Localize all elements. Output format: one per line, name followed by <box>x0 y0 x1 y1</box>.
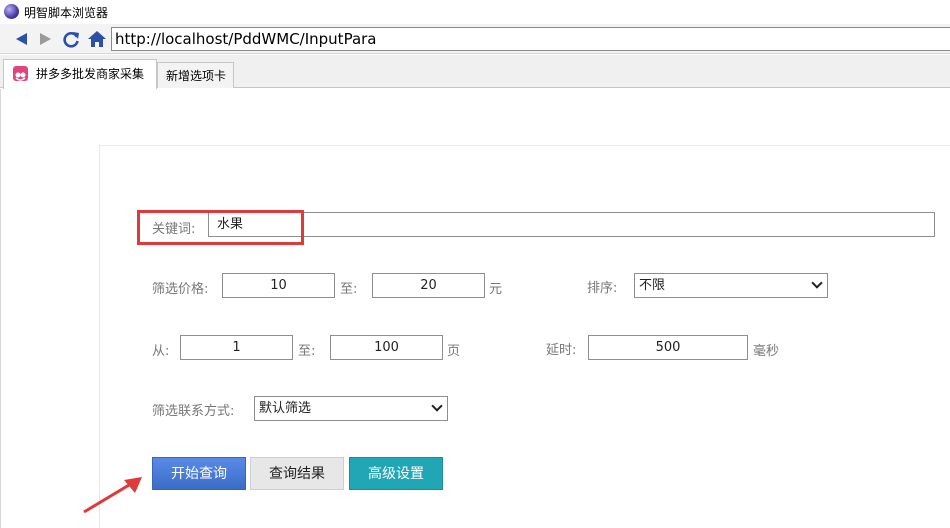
sort-selected-value: 不限 <box>639 278 666 293</box>
address-bar[interactable]: http://localhost/PddWMC/InputPara <box>111 27 950 51</box>
delay-unit-label: 毫秒 <box>753 344 780 359</box>
price-unit-label: 元 <box>489 282 503 297</box>
price-min-input[interactable]: 10 <box>222 273 335 298</box>
window-title: 明智脚本浏览器 <box>24 6 109 20</box>
delay-label: 延时: <box>546 343 577 358</box>
forward-icon[interactable] <box>34 28 56 50</box>
page-from-label: 从: <box>152 344 170 359</box>
contact-filter-select[interactable]: 默认筛选 <box>254 396 448 421</box>
navigation-bar: http://localhost/PddWMC/InputPara <box>0 24 950 54</box>
price-max-input[interactable]: 20 <box>372 273 485 298</box>
start-query-button[interactable]: 开始查询 <box>152 457 246 490</box>
page-to-label: 至: <box>298 344 316 359</box>
sort-select[interactable]: 不限 <box>634 273 828 298</box>
chevron-down-icon <box>811 277 823 289</box>
sort-label: 排序: <box>587 281 618 296</box>
tab-label: 新增选项卡 <box>166 69 227 83</box>
refresh-icon[interactable] <box>60 28 82 50</box>
contact-filter-label: 筛选联系方式: <box>152 404 235 419</box>
tab-pdd-collector[interactable]: 拼多多批发商家采集 <box>3 59 157 89</box>
keyword-highlight-box <box>137 210 304 245</box>
price-to-label: 至: <box>340 282 358 297</box>
advanced-settings-button[interactable]: 高级设置 <box>349 457 443 490</box>
back-icon[interactable] <box>10 28 32 50</box>
page-from-input[interactable]: 1 <box>180 335 293 360</box>
annotation-arrow-icon <box>83 477 142 514</box>
home-icon[interactable] <box>86 28 108 50</box>
page-to-input[interactable]: 100 <box>330 335 443 360</box>
price-label: 筛选价格: <box>152 282 209 297</box>
contact-selected-value: 默认筛选 <box>259 401 312 416</box>
delay-input[interactable]: 500 <box>588 335 748 360</box>
app-logo-icon <box>4 4 19 19</box>
keyword-input[interactable]: 水果 <box>208 212 935 237</box>
query-results-button[interactable]: 查询结果 <box>250 457 344 490</box>
page-unit-label: 页 <box>447 344 461 359</box>
chevron-down-icon <box>431 400 443 412</box>
tab-bar: 拼多多批发商家采集 新增选项卡 <box>0 55 950 89</box>
tab-label: 拼多多批发商家采集 <box>36 67 145 81</box>
tab-app-icon <box>13 66 28 81</box>
title-bar: 明智脚本浏览器 <box>0 0 950 24</box>
tab-new[interactable]: 新增选项卡 <box>157 62 234 88</box>
